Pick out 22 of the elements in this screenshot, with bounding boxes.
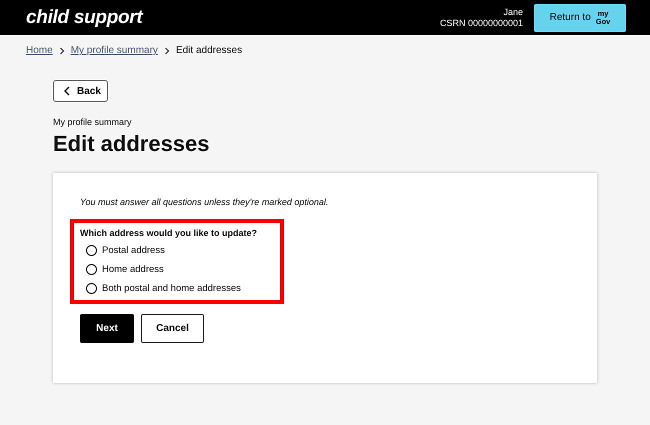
radio-button[interactable]	[86, 283, 97, 294]
cancel-button[interactable]: Cancel	[141, 314, 204, 343]
breadcrumb-current: Edit addresses	[176, 45, 242, 56]
chevron-icon	[58, 46, 65, 54]
question-label: Which address would you like to update?	[80, 228, 258, 238]
csrn-number: CSRN 00000000001	[440, 18, 523, 28]
page-title: Edit addresses	[53, 131, 211, 157]
next-button[interactable]: Next	[80, 314, 134, 343]
radio-button[interactable]	[86, 264, 97, 275]
chevron-icon	[164, 46, 170, 54]
intro-text: You must answer all questions unless they're marked optional.	[80, 197, 330, 207]
radio-button[interactable]	[86, 245, 97, 256]
brand-logo: child support	[26, 6, 144, 28]
chevron-left-icon	[64, 86, 70, 96]
page-subtitle: My profile summary	[53, 117, 133, 127]
radio-label[interactable]: Postal address	[102, 245, 165, 256]
back-button[interactable]: Back	[53, 80, 108, 102]
user-name: Jane	[503, 6, 523, 18]
breadcrumb-link[interactable]: My profile summary	[70, 45, 158, 56]
breadcrumb-link[interactable]: Home	[26, 45, 53, 56]
radio-label[interactable]: Both postal and home addresses	[102, 283, 241, 294]
radio-label[interactable]: Home address	[102, 264, 164, 275]
